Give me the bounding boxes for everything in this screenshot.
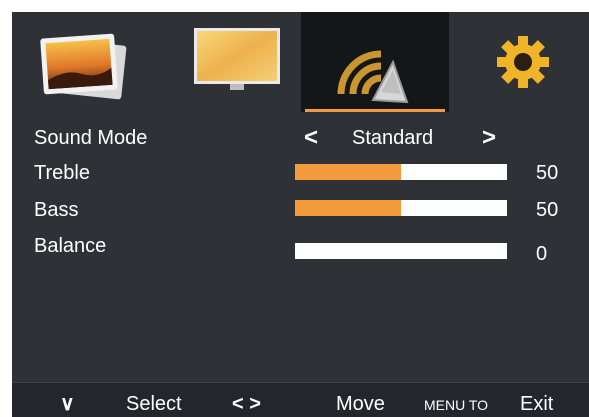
hint-select: Select bbox=[126, 393, 182, 415]
selected-tab-underline bbox=[305, 109, 445, 112]
treble-label: Treble bbox=[34, 162, 90, 184]
tab-sound[interactable] bbox=[301, 12, 449, 112]
gear-icon bbox=[497, 36, 549, 88]
bass-label: Bass bbox=[34, 199, 79, 221]
balance-label: Balance bbox=[34, 235, 107, 257]
balance-value: 0 bbox=[536, 243, 548, 265]
balance-slider[interactable] bbox=[295, 243, 507, 259]
screen-icon bbox=[194, 28, 280, 90]
sound-icon bbox=[337, 50, 409, 104]
sound-mode-value[interactable]: Standard bbox=[352, 126, 433, 150]
treble-slider-fill bbox=[295, 164, 401, 180]
tv-osd-menu: Sound Mode < Standard > Treble 50 Bass 5… bbox=[0, 0, 589, 417]
hint-bar: ∨ Select < > Move MENU TO Exit bbox=[12, 382, 589, 417]
left-right-arrows-icon: < > bbox=[232, 393, 261, 415]
bass-value: 50 bbox=[536, 199, 559, 221]
bass-slider[interactable] bbox=[295, 200, 507, 216]
hint-exit: Exit bbox=[520, 393, 554, 415]
hint-move: Move bbox=[336, 393, 385, 415]
tab-screen[interactable] bbox=[184, 12, 288, 112]
sound-mode-label: Sound Mode bbox=[34, 127, 148, 149]
hint-menu-to: MENU TO bbox=[424, 397, 489, 413]
bass-slider-fill bbox=[295, 200, 401, 216]
tab-setup[interactable] bbox=[478, 12, 568, 112]
treble-slider[interactable] bbox=[295, 164, 507, 180]
treble-value: 50 bbox=[536, 162, 559, 184]
picture-icon bbox=[40, 33, 127, 100]
sound-mode-left-arrow[interactable]: < bbox=[304, 126, 318, 150]
sound-menu-panel: Sound Mode < Standard > Treble 50 Bass 5… bbox=[12, 12, 589, 417]
tab-picture[interactable] bbox=[26, 12, 130, 112]
down-arrow-icon: ∨ bbox=[60, 393, 75, 415]
sound-mode-right-arrow[interactable]: > bbox=[482, 126, 496, 150]
